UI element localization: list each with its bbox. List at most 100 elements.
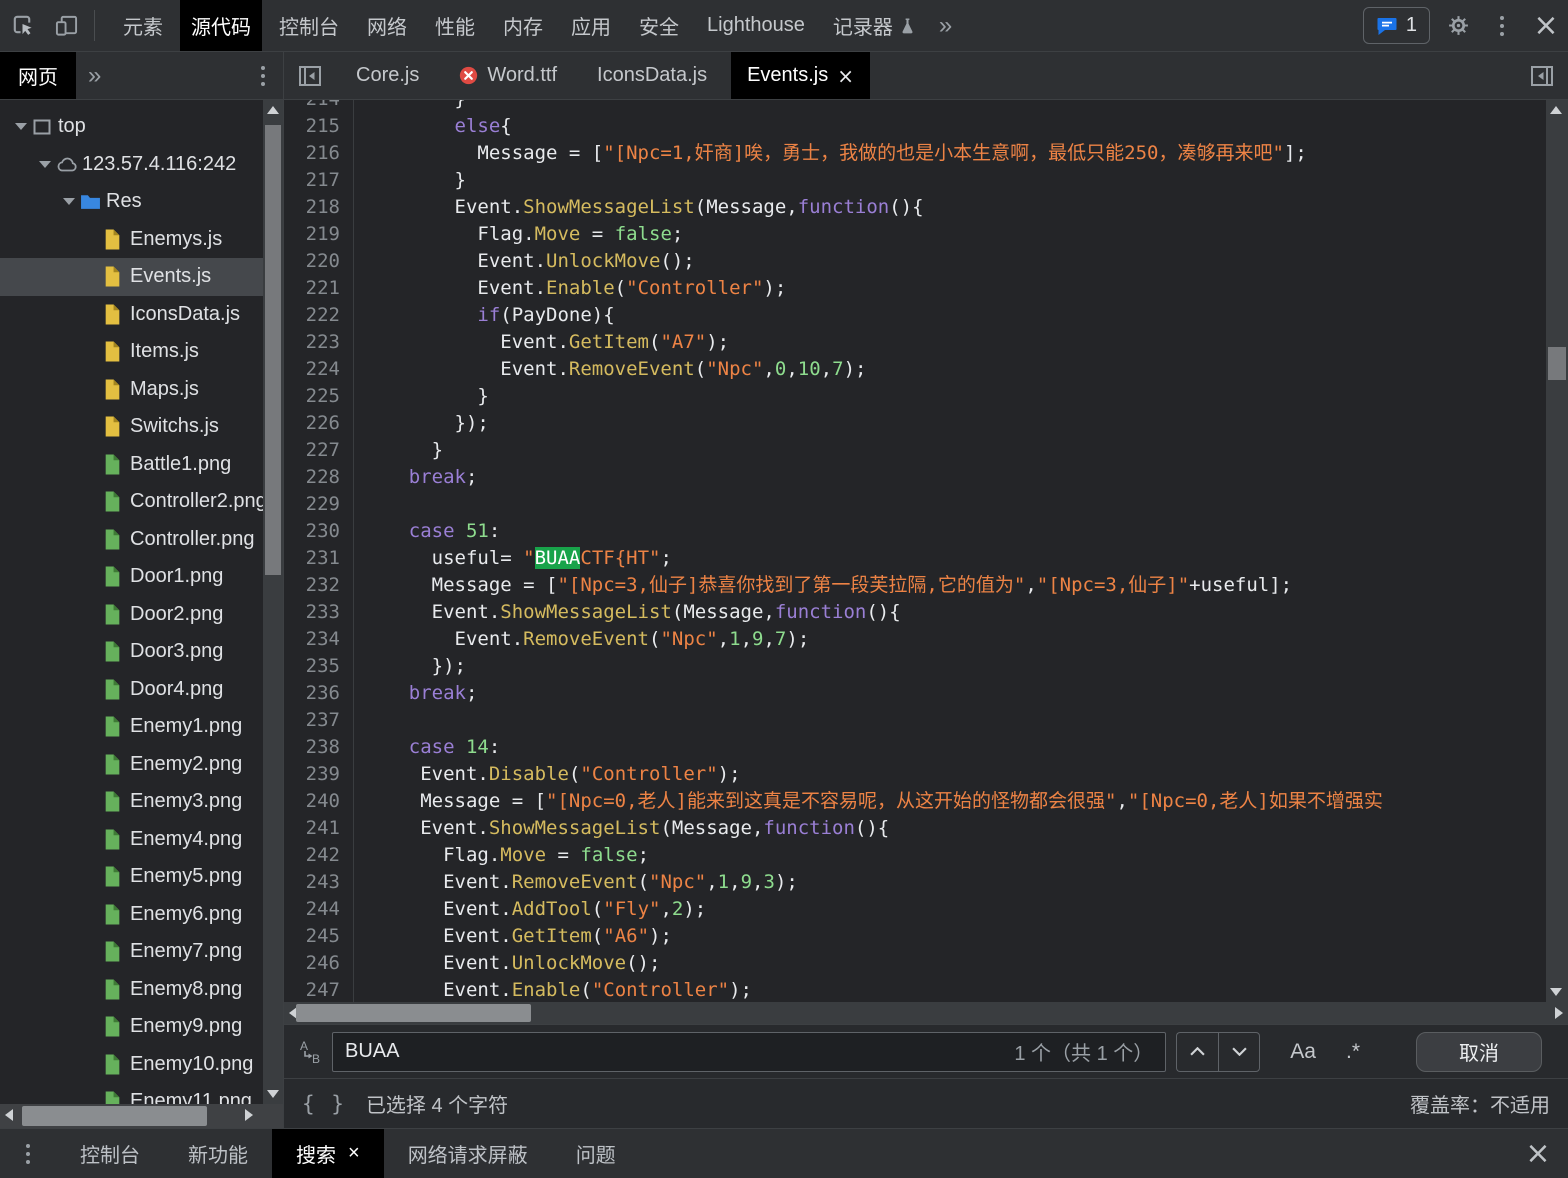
tree-item-Enemy8.png[interactable]: Enemy8.png: [0, 971, 283, 1009]
show-debugger-sidebar-icon[interactable]: [1516, 52, 1568, 99]
code-line-text[interactable]: Event.RemoveEvent("Npc",1,9,3);: [354, 869, 1546, 896]
scroll-right-arrow[interactable]: [1555, 1007, 1563, 1019]
tree-item-top[interactable]: top: [0, 108, 283, 146]
line-number[interactable]: 226: [284, 410, 354, 437]
tree-item-IconsData.js[interactable]: IconsData.js: [0, 296, 283, 334]
code-line-242[interactable]: 242 Flag.Move = false;: [284, 842, 1546, 869]
more-panels-icon[interactable]: »: [929, 0, 962, 51]
tree-item-Door2.png[interactable]: Door2.png: [0, 596, 283, 634]
line-number[interactable]: 235: [284, 653, 354, 680]
line-number[interactable]: 244: [284, 896, 354, 923]
drawer-tab-网络请求屏蔽[interactable]: 网络请求屏蔽: [384, 1129, 552, 1178]
editor-tab-Word.ttf[interactable]: Word.ttf: [443, 52, 573, 99]
panel-tab-9[interactable]: Lighthouse: [696, 0, 816, 51]
line-number[interactable]: 228: [284, 464, 354, 491]
line-number[interactable]: 245: [284, 923, 354, 950]
line-number[interactable]: 230: [284, 518, 354, 545]
code-line-text[interactable]: Message = ["[Npc=0,老人]能来到这真是不容易呢，从这开始的怪物…: [354, 788, 1546, 815]
line-number[interactable]: 223: [284, 329, 354, 356]
tree-item-Enemy10.png[interactable]: Enemy10.png: [0, 1046, 283, 1084]
editor-scroll-thumb[interactable]: [1548, 347, 1566, 380]
tree-item-Controller.png[interactable]: Controller.png: [0, 521, 283, 559]
code-line-text[interactable]: Event.ShowMessageList(Message,function()…: [354, 815, 1546, 842]
code-line-text[interactable]: [354, 707, 1546, 734]
code-line-text[interactable]: Event.GetItem("A6");: [354, 923, 1546, 950]
editor-vertical-scrollbar[interactable]: [1546, 100, 1568, 1002]
code-line-231[interactable]: 231 useful= "BUAACTF{HT";: [284, 545, 1546, 572]
code-line-text[interactable]: }: [354, 383, 1546, 410]
line-number[interactable]: 240: [284, 788, 354, 815]
code-line-233[interactable]: 233 Event.ShowMessageList(Message,functi…: [284, 599, 1546, 626]
expand-arrow-icon[interactable]: [34, 161, 56, 168]
code-line-text[interactable]: useful= "BUAACTF{HT";: [354, 545, 1546, 572]
expand-arrow-icon[interactable]: [58, 198, 80, 205]
line-number[interactable]: 217: [284, 167, 354, 194]
editor-horizontal-scrollbar[interactable]: [284, 1002, 1568, 1024]
line-number[interactable]: 221: [284, 275, 354, 302]
line-number[interactable]: 220: [284, 248, 354, 275]
line-number[interactable]: 237: [284, 707, 354, 734]
tree-item-Controller2.png[interactable]: Controller2.png: [0, 483, 283, 521]
tree-item-Enemy5.png[interactable]: Enemy5.png: [0, 858, 283, 896]
code-line-text[interactable]: [354, 491, 1546, 518]
device-toolbar-icon[interactable]: [44, 0, 88, 51]
code-line-text[interactable]: Event.AddTool("Fly",2);: [354, 896, 1546, 923]
panel-tab-6[interactable]: 内存: [492, 0, 554, 51]
code-line-227[interactable]: 227 }: [284, 437, 1546, 464]
panel-tab-10[interactable]: 记录器: [822, 0, 926, 51]
line-number[interactable]: 236: [284, 680, 354, 707]
close-drawer-icon[interactable]: ×: [1508, 1129, 1568, 1178]
search-input[interactable]: [345, 1040, 1004, 1063]
tab-close-icon[interactable]: ×: [348, 1142, 360, 1165]
code-line-222[interactable]: 222 if(PayDone){: [284, 302, 1546, 329]
line-number[interactable]: 218: [284, 194, 354, 221]
tree-item-Enemy1.png[interactable]: Enemy1.png: [0, 708, 283, 746]
line-number[interactable]: 232: [284, 572, 354, 599]
line-number[interactable]: 238: [284, 734, 354, 761]
code-line-241[interactable]: 241 Event.ShowMessageList(Message,functi…: [284, 815, 1546, 842]
previous-match-button[interactable]: [1176, 1032, 1218, 1072]
code-line-text[interactable]: Event.Disable("Controller");: [354, 761, 1546, 788]
code-line-text[interactable]: }: [354, 100, 1546, 113]
navigator-tab-pages[interactable]: 网页: [0, 52, 76, 99]
code-line-246[interactable]: 246 Event.UnlockMove();: [284, 950, 1546, 977]
code-line-text[interactable]: Event.Enable("Controller");: [354, 977, 1546, 1002]
panel-tab-5[interactable]: 性能: [424, 0, 486, 51]
panel-tab-3[interactable]: 控制台: [268, 0, 350, 51]
sidebar-hscroll-thumb[interactable]: [22, 1106, 207, 1126]
code-line-text[interactable]: case 14:: [354, 734, 1546, 761]
code-line-247[interactable]: 247 Event.Enable("Controller");: [284, 977, 1546, 1002]
panel-tab-4[interactable]: 网络: [356, 0, 418, 51]
scroll-down-arrow[interactable]: [267, 1090, 279, 1098]
drawer-tab-新功能[interactable]: 新功能: [164, 1129, 272, 1178]
code-line-text[interactable]: break;: [354, 464, 1546, 491]
tree-item-Door3.png[interactable]: Door3.png: [0, 633, 283, 671]
line-number[interactable]: 229: [284, 491, 354, 518]
line-number[interactable]: 243: [284, 869, 354, 896]
code-line-text[interactable]: Message = ["[Npc=1,奸商]唉，勇士，我做的也是小本生意啊，最低…: [354, 140, 1546, 167]
code-line-text[interactable]: Event.Enable("Controller");: [354, 275, 1546, 302]
pretty-print-icon[interactable]: { }: [302, 1092, 346, 1116]
tree-item-Events.js[interactable]: Events.js: [0, 258, 283, 296]
navigator-more-tabs-icon[interactable]: »: [76, 52, 113, 99]
drawer-tab-搜索[interactable]: 搜索×: [272, 1129, 384, 1178]
code-line-text[interactable]: Event.ShowMessageList(Message,function()…: [354, 599, 1546, 626]
line-number[interactable]: 234: [284, 626, 354, 653]
code-line-text[interactable]: Event.RemoveEvent("Npc",0,10,7);: [354, 356, 1546, 383]
code-line-228[interactable]: 228 break;: [284, 464, 1546, 491]
menu-kebab-icon[interactable]: [1480, 0, 1524, 51]
navigator-menu-kebab-icon[interactable]: [243, 52, 283, 99]
code-line-text[interactable]: Event.UnlockMove();: [354, 950, 1546, 977]
drawer-tab-控制台[interactable]: 控制台: [56, 1129, 164, 1178]
line-number[interactable]: 225: [284, 383, 354, 410]
line-number[interactable]: 241: [284, 815, 354, 842]
tree-item-Enemy2.png[interactable]: Enemy2.png: [0, 746, 283, 784]
line-number[interactable]: 227: [284, 437, 354, 464]
sidebar-scroll-thumb[interactable]: [265, 125, 281, 575]
code-line-218[interactable]: 218 Event.ShowMessageList(Message,functi…: [284, 194, 1546, 221]
code-line-text[interactable]: Flag.Move = false;: [354, 842, 1546, 869]
tree-item-Enemy7.png[interactable]: Enemy7.png: [0, 933, 283, 971]
tree-item-Enemy4.png[interactable]: Enemy4.png: [0, 821, 283, 859]
tree-item-Enemy11.png[interactable]: Enemy11.png: [0, 1083, 283, 1104]
drawer-tab-问题[interactable]: 问题: [552, 1129, 640, 1178]
